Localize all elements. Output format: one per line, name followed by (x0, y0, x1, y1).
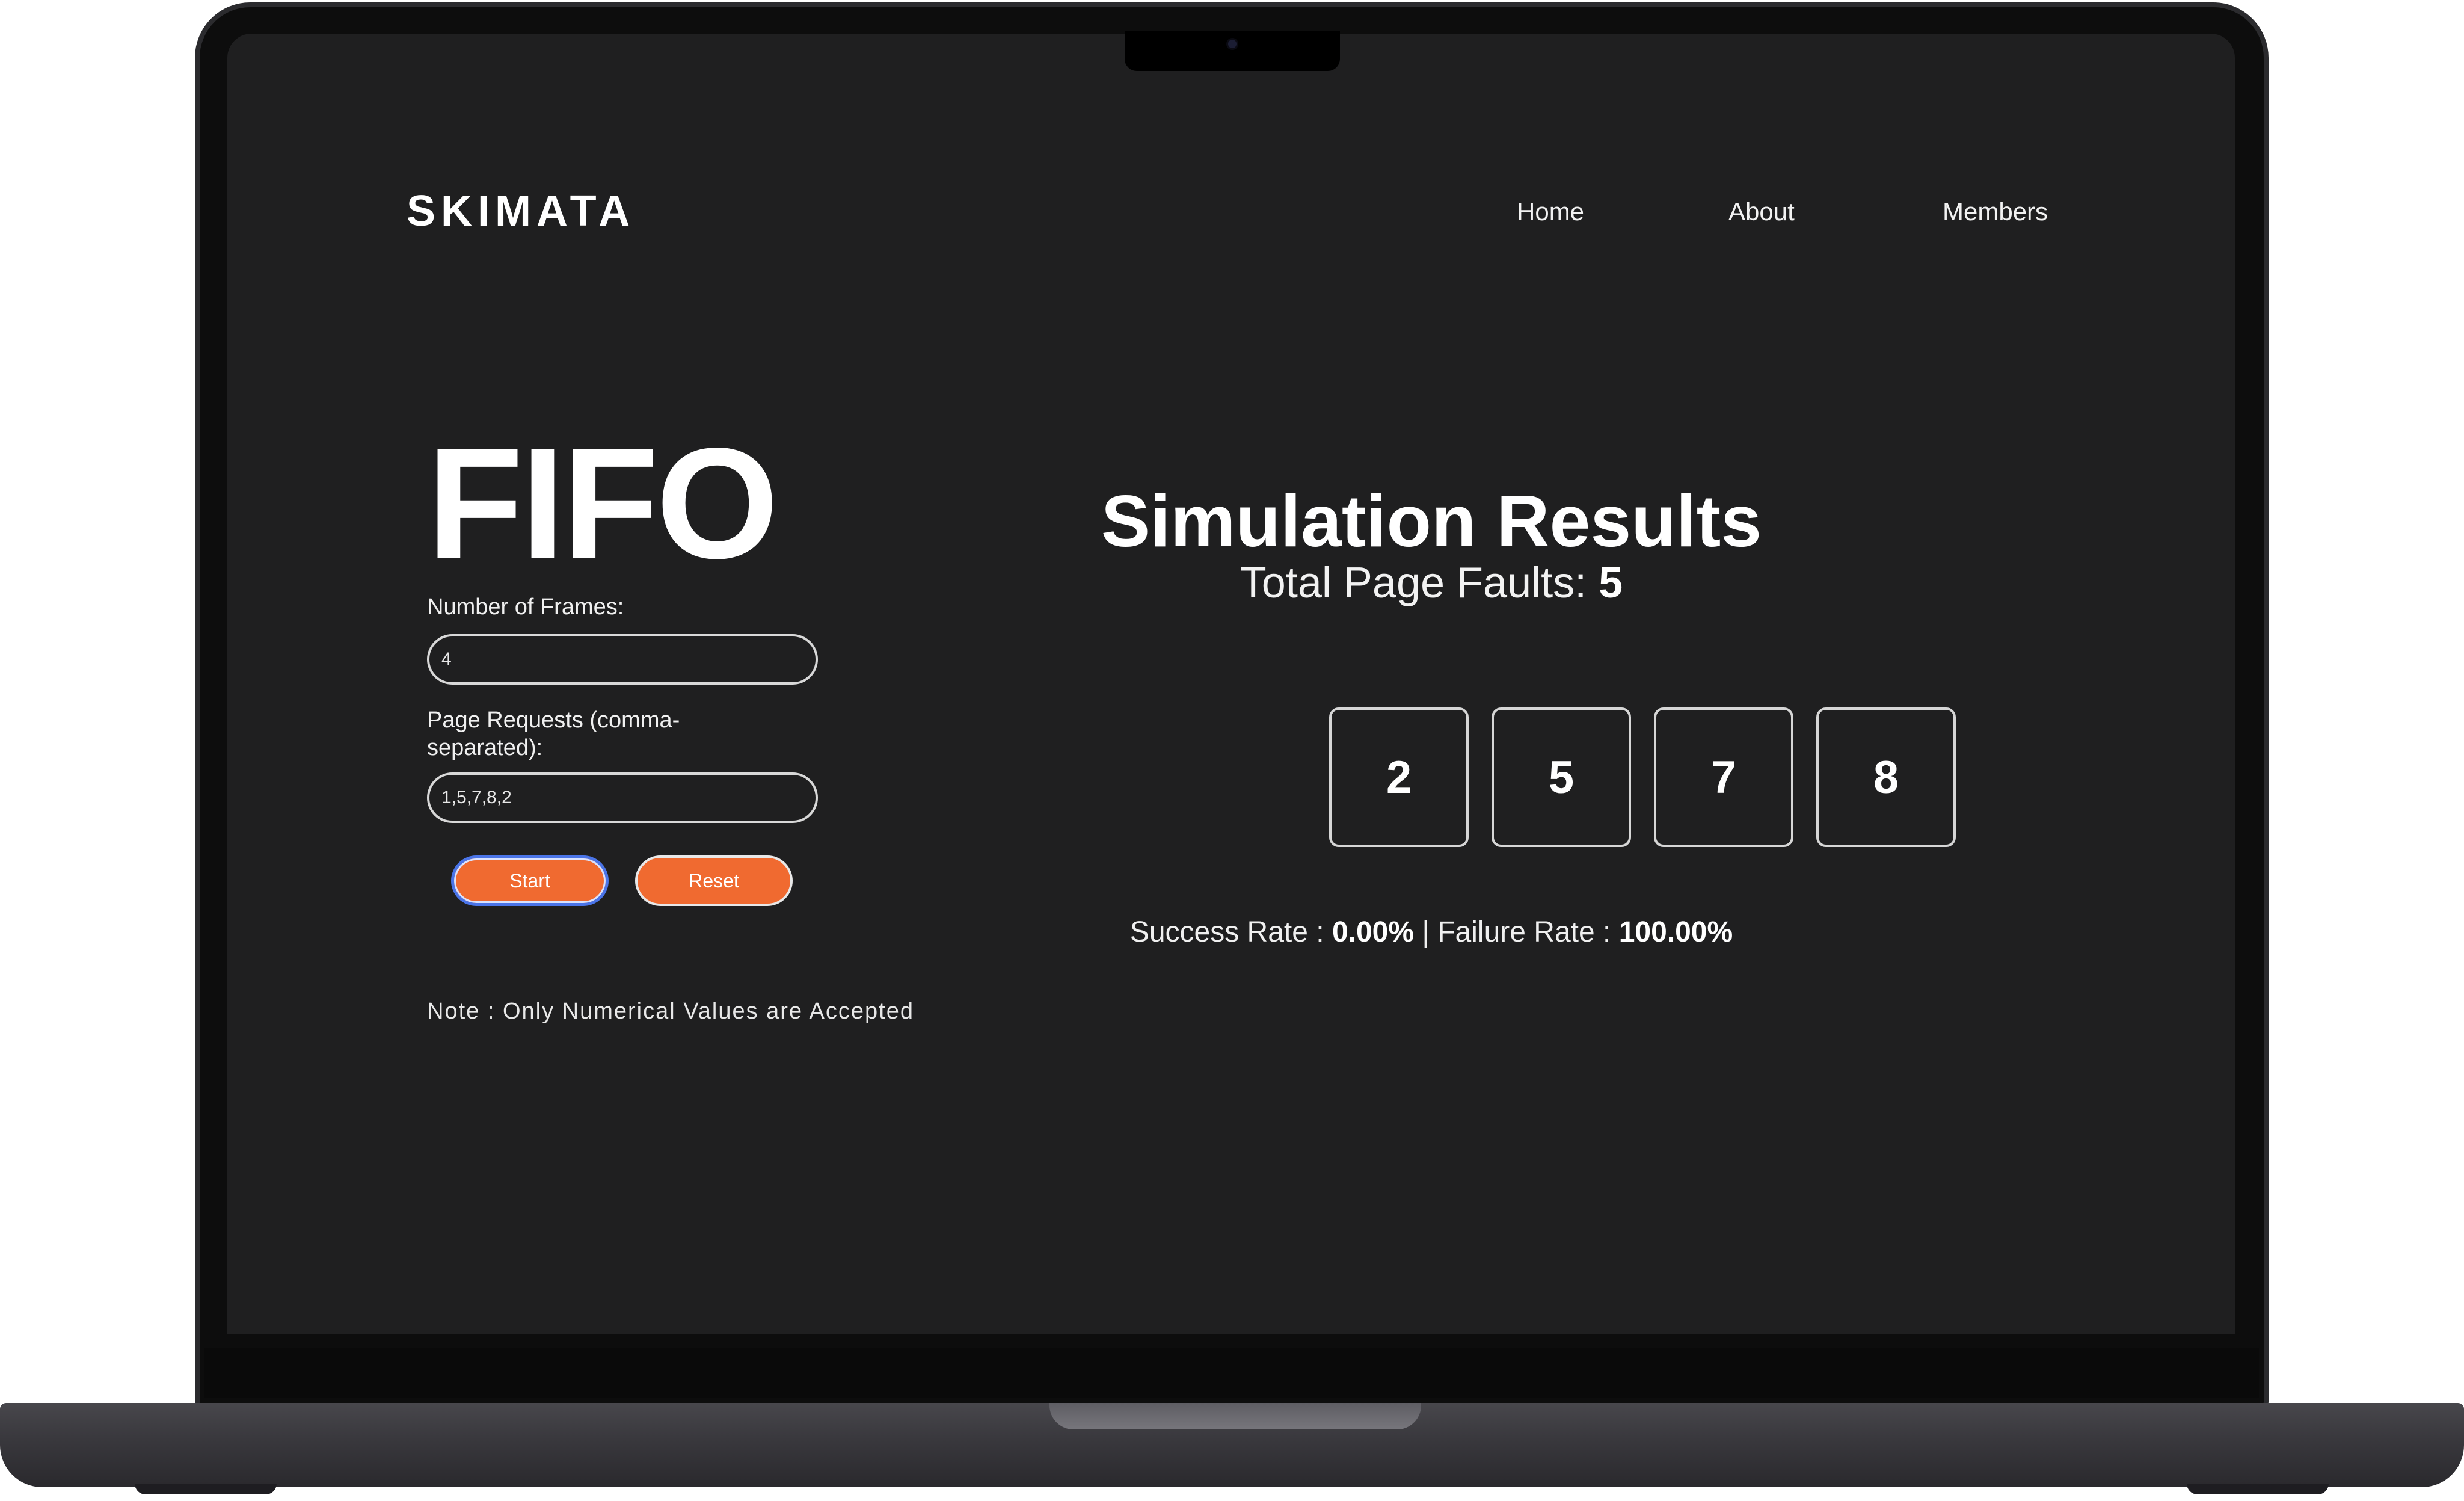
nav-home-link[interactable]: Home (1517, 197, 1584, 226)
frame-slot: 5 (1492, 707, 1631, 847)
frame-slots: 2 5 7 8 (1329, 707, 1956, 847)
laptop-foot-right (2187, 1484, 2329, 1494)
laptop-chin (204, 1348, 2259, 1398)
nav-about-link[interactable]: About (1728, 197, 1795, 226)
browser-viewport: SKIMATA Home About Members FIFO Number o… (227, 34, 2235, 1334)
success-rate-value: 0.00% (1332, 916, 1415, 948)
nav-members-link[interactable]: Members (1943, 197, 2048, 226)
frame-slot: 7 (1654, 707, 1793, 847)
rate-separator: | (1422, 916, 1430, 948)
frames-input[interactable] (427, 634, 818, 685)
results-title: Simulation Results (1101, 480, 1762, 562)
laptop-mockup: SKIMATA Home About Members FIFO Number o… (0, 0, 2464, 1501)
laptop-foot-left (135, 1484, 277, 1494)
input-note: Note : Only Numerical Values are Accepte… (427, 999, 914, 1024)
frame-slot: 8 (1816, 707, 1956, 847)
requests-label: Page Requests (comma-separated): (427, 707, 680, 760)
frame-slot: 2 (1329, 707, 1469, 847)
page-faults-value: 5 (1599, 559, 1623, 607)
laptop-hinge-cutout (1049, 1403, 1421, 1429)
frames-label: Number of Frames: (427, 594, 624, 620)
start-button[interactable]: Start (451, 855, 609, 906)
brand-logo[interactable]: SKIMATA (407, 186, 635, 236)
algorithm-title: FIFO (427, 415, 779, 591)
camera-icon (1228, 40, 1237, 48)
page-faults-label: Total Page Faults: (1240, 559, 1587, 607)
failure-rate-label: Failure Rate : (1437, 916, 1611, 948)
camera-notch (1125, 31, 1340, 71)
page-faults-summary: Total Page Faults: 5 (1040, 558, 1822, 608)
requests-input[interactable] (427, 772, 818, 823)
rate-summary: Success Rate : 0.00% | Failure Rate : 10… (1040, 916, 1822, 949)
failure-rate-value: 100.00% (1618, 916, 1733, 948)
success-rate-label: Success Rate : (1129, 916, 1324, 948)
reset-button[interactable]: Reset (635, 855, 793, 906)
